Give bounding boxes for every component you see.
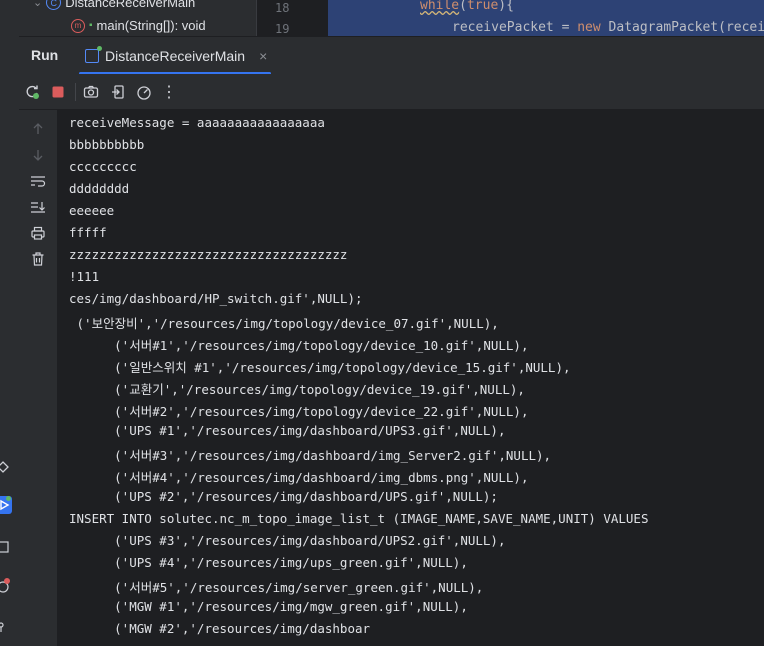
console-line: ('UPS #4','/resources/img/ups_green.gif'… (69, 555, 468, 570)
login-icon[interactable] (108, 82, 128, 102)
camera-icon[interactable] (81, 82, 101, 102)
line-number: 19 (275, 22, 290, 36)
console-line: ('일반스위치 #1','/resources/img/topology/dev… (69, 360, 571, 375)
more-icon[interactable]: ⋮ (159, 82, 179, 102)
console-line: ('교환기','/resources/img/topology/device_1… (69, 382, 525, 397)
code-line: while(true){ (420, 0, 514, 13)
scroll-to-end-icon[interactable] (29, 198, 47, 216)
console-side-toolbar (19, 110, 57, 646)
git-icon[interactable] (0, 618, 12, 636)
console-line: fffff (69, 225, 107, 240)
structure-class-row[interactable]: ⌄ C DistanceReceiverMain (33, 0, 195, 10)
tab-distance-receiver-main[interactable]: DistanceReceiverMain × (79, 37, 271, 75)
toolbar-separator (75, 83, 76, 101)
class-name: DistanceReceiverMain (65, 0, 196, 10)
left-activity-bar (0, 0, 20, 646)
arrow-down-icon[interactable] (29, 146, 47, 164)
console-line: ('UPS #3','/resources/img/dashboard/UPS2… (69, 533, 506, 548)
terminal-icon[interactable] (0, 538, 12, 556)
console-line: ccccccccc (69, 159, 137, 174)
console-output[interactable]: receiveMessage = aaaaaaaaaaaaaaaaa bbbbb… (57, 110, 764, 646)
structure-panel: ⌄ C DistanceReceiverMain m ▪ main(String… (19, 0, 256, 36)
console-line: receiveMessage = aaaaaaaaaaaaaaaaa (69, 115, 325, 130)
console-line: ('UPS #1','/resources/img/dashboard/UPS3… (69, 423, 506, 438)
line-number: 18 (275, 1, 290, 15)
notification-icon[interactable] (0, 578, 12, 596)
rerun-icon[interactable] (22, 82, 42, 102)
console-line: eeeeee (69, 203, 115, 218)
stop-icon[interactable] (48, 82, 68, 102)
console-line: ('서버#4','/resources/img/dashboard/img_db… (69, 470, 529, 485)
method-name: main(String[]): void (96, 18, 206, 33)
print-icon[interactable] (29, 224, 47, 242)
code-editor[interactable]: while(true){ receivePacket = new Datagra… (328, 0, 764, 36)
console-line: dddddddd (69, 181, 130, 196)
console-line: ('UPS #2','/resources/img/dashboard/UPS.… (69, 489, 498, 504)
alert-badge (4, 578, 10, 584)
line-gutter: 18 19 (256, 0, 327, 36)
console-line: ('서버#1','/resources/img/topology/device_… (69, 338, 529, 353)
console-line: ces/img/dashboard/HP_switch.gif',NULL); (69, 291, 363, 306)
editor-area: ⌄ C DistanceReceiverMain m ▪ main(String… (19, 0, 764, 36)
debug-icon[interactable] (0, 458, 12, 476)
soft-wrap-icon[interactable] (29, 172, 47, 190)
run-tool-icon[interactable] (0, 496, 12, 514)
method-icon: m (71, 18, 85, 33)
run-config-icon (85, 46, 102, 63)
tab-label: DistanceReceiverMain (105, 48, 246, 64)
console-line: ('서버#5','/resources/img/server_green.gif… (69, 580, 484, 595)
run-tool-header: Run DistanceReceiverMain × (19, 36, 764, 75)
console-line: INSERT INTO solutec.nc_m_topo_image_list… (69, 511, 649, 526)
gauge-icon[interactable] (134, 82, 154, 102)
unlock-icon: ▪ (89, 20, 93, 31)
class-icon: C (46, 0, 62, 10)
structure-method-row[interactable]: m ▪ main(String[]): void (71, 18, 206, 33)
console-line: ('서버#2','/resources/img/topology/device_… (69, 404, 529, 419)
console-line: zzzzzzzzzzzzzzzzzzzzzzzzzzzzzzzzzzzzz (69, 247, 348, 262)
code-line: receivePacket = new DatagramPacket(recei (452, 20, 764, 35)
close-icon[interactable]: × (259, 48, 267, 64)
console-line: !111 (69, 269, 100, 284)
run-toolbar: ⋮ (19, 74, 764, 110)
console-line: ('보안장비','/resources/img/topology/device_… (69, 316, 499, 331)
trash-icon[interactable] (29, 250, 47, 268)
console-line: ('MGW #2','/resources/img/dashboar (69, 621, 371, 636)
console-line: ('MGW #1','/resources/img/mgw_green.gif'… (69, 599, 468, 614)
arrow-up-icon[interactable] (29, 120, 47, 138)
run-title: Run (31, 47, 59, 63)
chevron-down-icon: ⌄ (33, 0, 43, 9)
running-indicator (6, 496, 11, 501)
console-line: ('서버#3','/resources/img/dashboard/img_Se… (69, 448, 552, 463)
console-line: bbbbbbbbbb (69, 137, 145, 152)
